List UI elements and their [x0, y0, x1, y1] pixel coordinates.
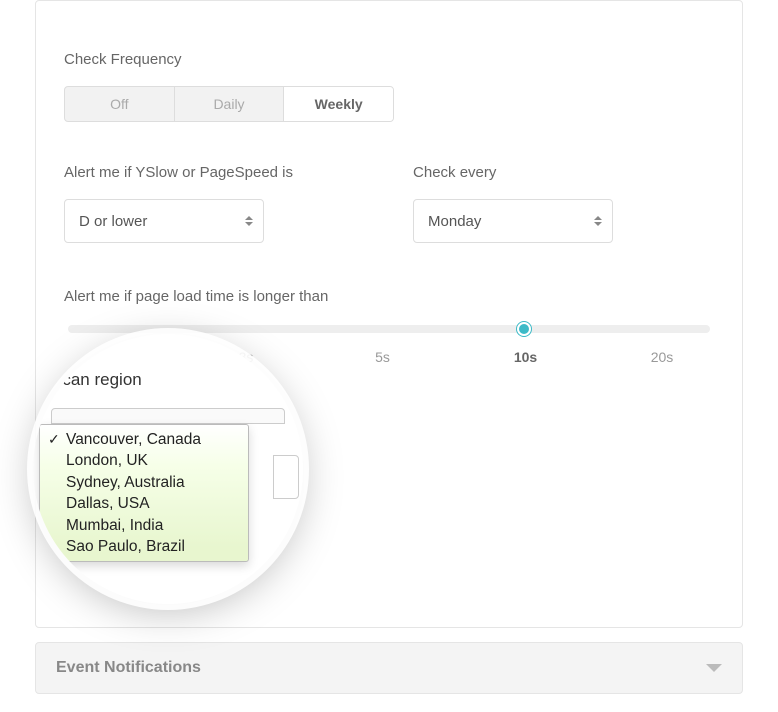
- region-option-saopaulo[interactable]: Sao Paulo, Brazil: [40, 536, 248, 557]
- region-option-london[interactable]: London, UK: [40, 450, 248, 471]
- check-every-field: Check every Monday: [413, 164, 613, 243]
- slider-thumb[interactable]: [517, 322, 531, 336]
- alert-loadtime-label: Alert me if page load time is longer tha…: [64, 288, 714, 305]
- select-arrows-icon: [245, 216, 253, 226]
- event-notifications-panel[interactable]: Event Notifications: [35, 642, 743, 694]
- check-every-select[interactable]: Monday: [413, 199, 613, 243]
- check-every-label: Check every: [413, 164, 613, 181]
- alert-score-field: Alert me if YSlow or PageSpeed is D or l…: [64, 164, 293, 243]
- region-option-dallas[interactable]: Dallas, USA: [40, 493, 248, 514]
- chevron-down-icon: [706, 664, 722, 672]
- check-every-value: Monday: [428, 213, 481, 230]
- alert-score-label: Alert me if YSlow or PageSpeed is: [64, 164, 293, 181]
- select-arrows-icon: [594, 216, 602, 226]
- slider-tick-20s: 20s: [651, 349, 674, 365]
- scan-region-dropdown: ✓ Vancouver, Canada London, UK Sydney, A…: [39, 424, 249, 562]
- scan-region-select[interactable]: [51, 408, 285, 424]
- region-option-vancouver[interactable]: ✓ Vancouver, Canada: [40, 429, 248, 450]
- adjacent-select-stub: [273, 455, 299, 499]
- alert-score-value: D or lower: [79, 213, 147, 230]
- frequency-option-daily[interactable]: Daily: [175, 87, 285, 121]
- region-option-mumbai[interactable]: Mumbai, India: [40, 515, 248, 536]
- load-time-slider[interactable]: [68, 325, 710, 333]
- scan-region-title: Scan region: [51, 370, 293, 390]
- alert-score-select[interactable]: D or lower: [64, 199, 264, 243]
- check-icon: ✓: [48, 431, 60, 449]
- slider-tick-5s: 5s: [375, 349, 390, 365]
- zoom-lens: Scan region ✓ Vancouver, Canada London, …: [33, 334, 303, 604]
- frequency-option-off[interactable]: Off: [65, 87, 175, 121]
- region-option-sydney[interactable]: Sydney, Australia: [40, 472, 248, 493]
- event-notifications-title: Event Notifications: [56, 659, 201, 677]
- check-frequency-title: Check Frequency: [64, 51, 714, 68]
- slider-tick-10s: 10s: [514, 349, 537, 365]
- frequency-option-weekly[interactable]: Weekly: [284, 87, 393, 121]
- check-frequency-toggle: Off Daily Weekly: [64, 86, 394, 122]
